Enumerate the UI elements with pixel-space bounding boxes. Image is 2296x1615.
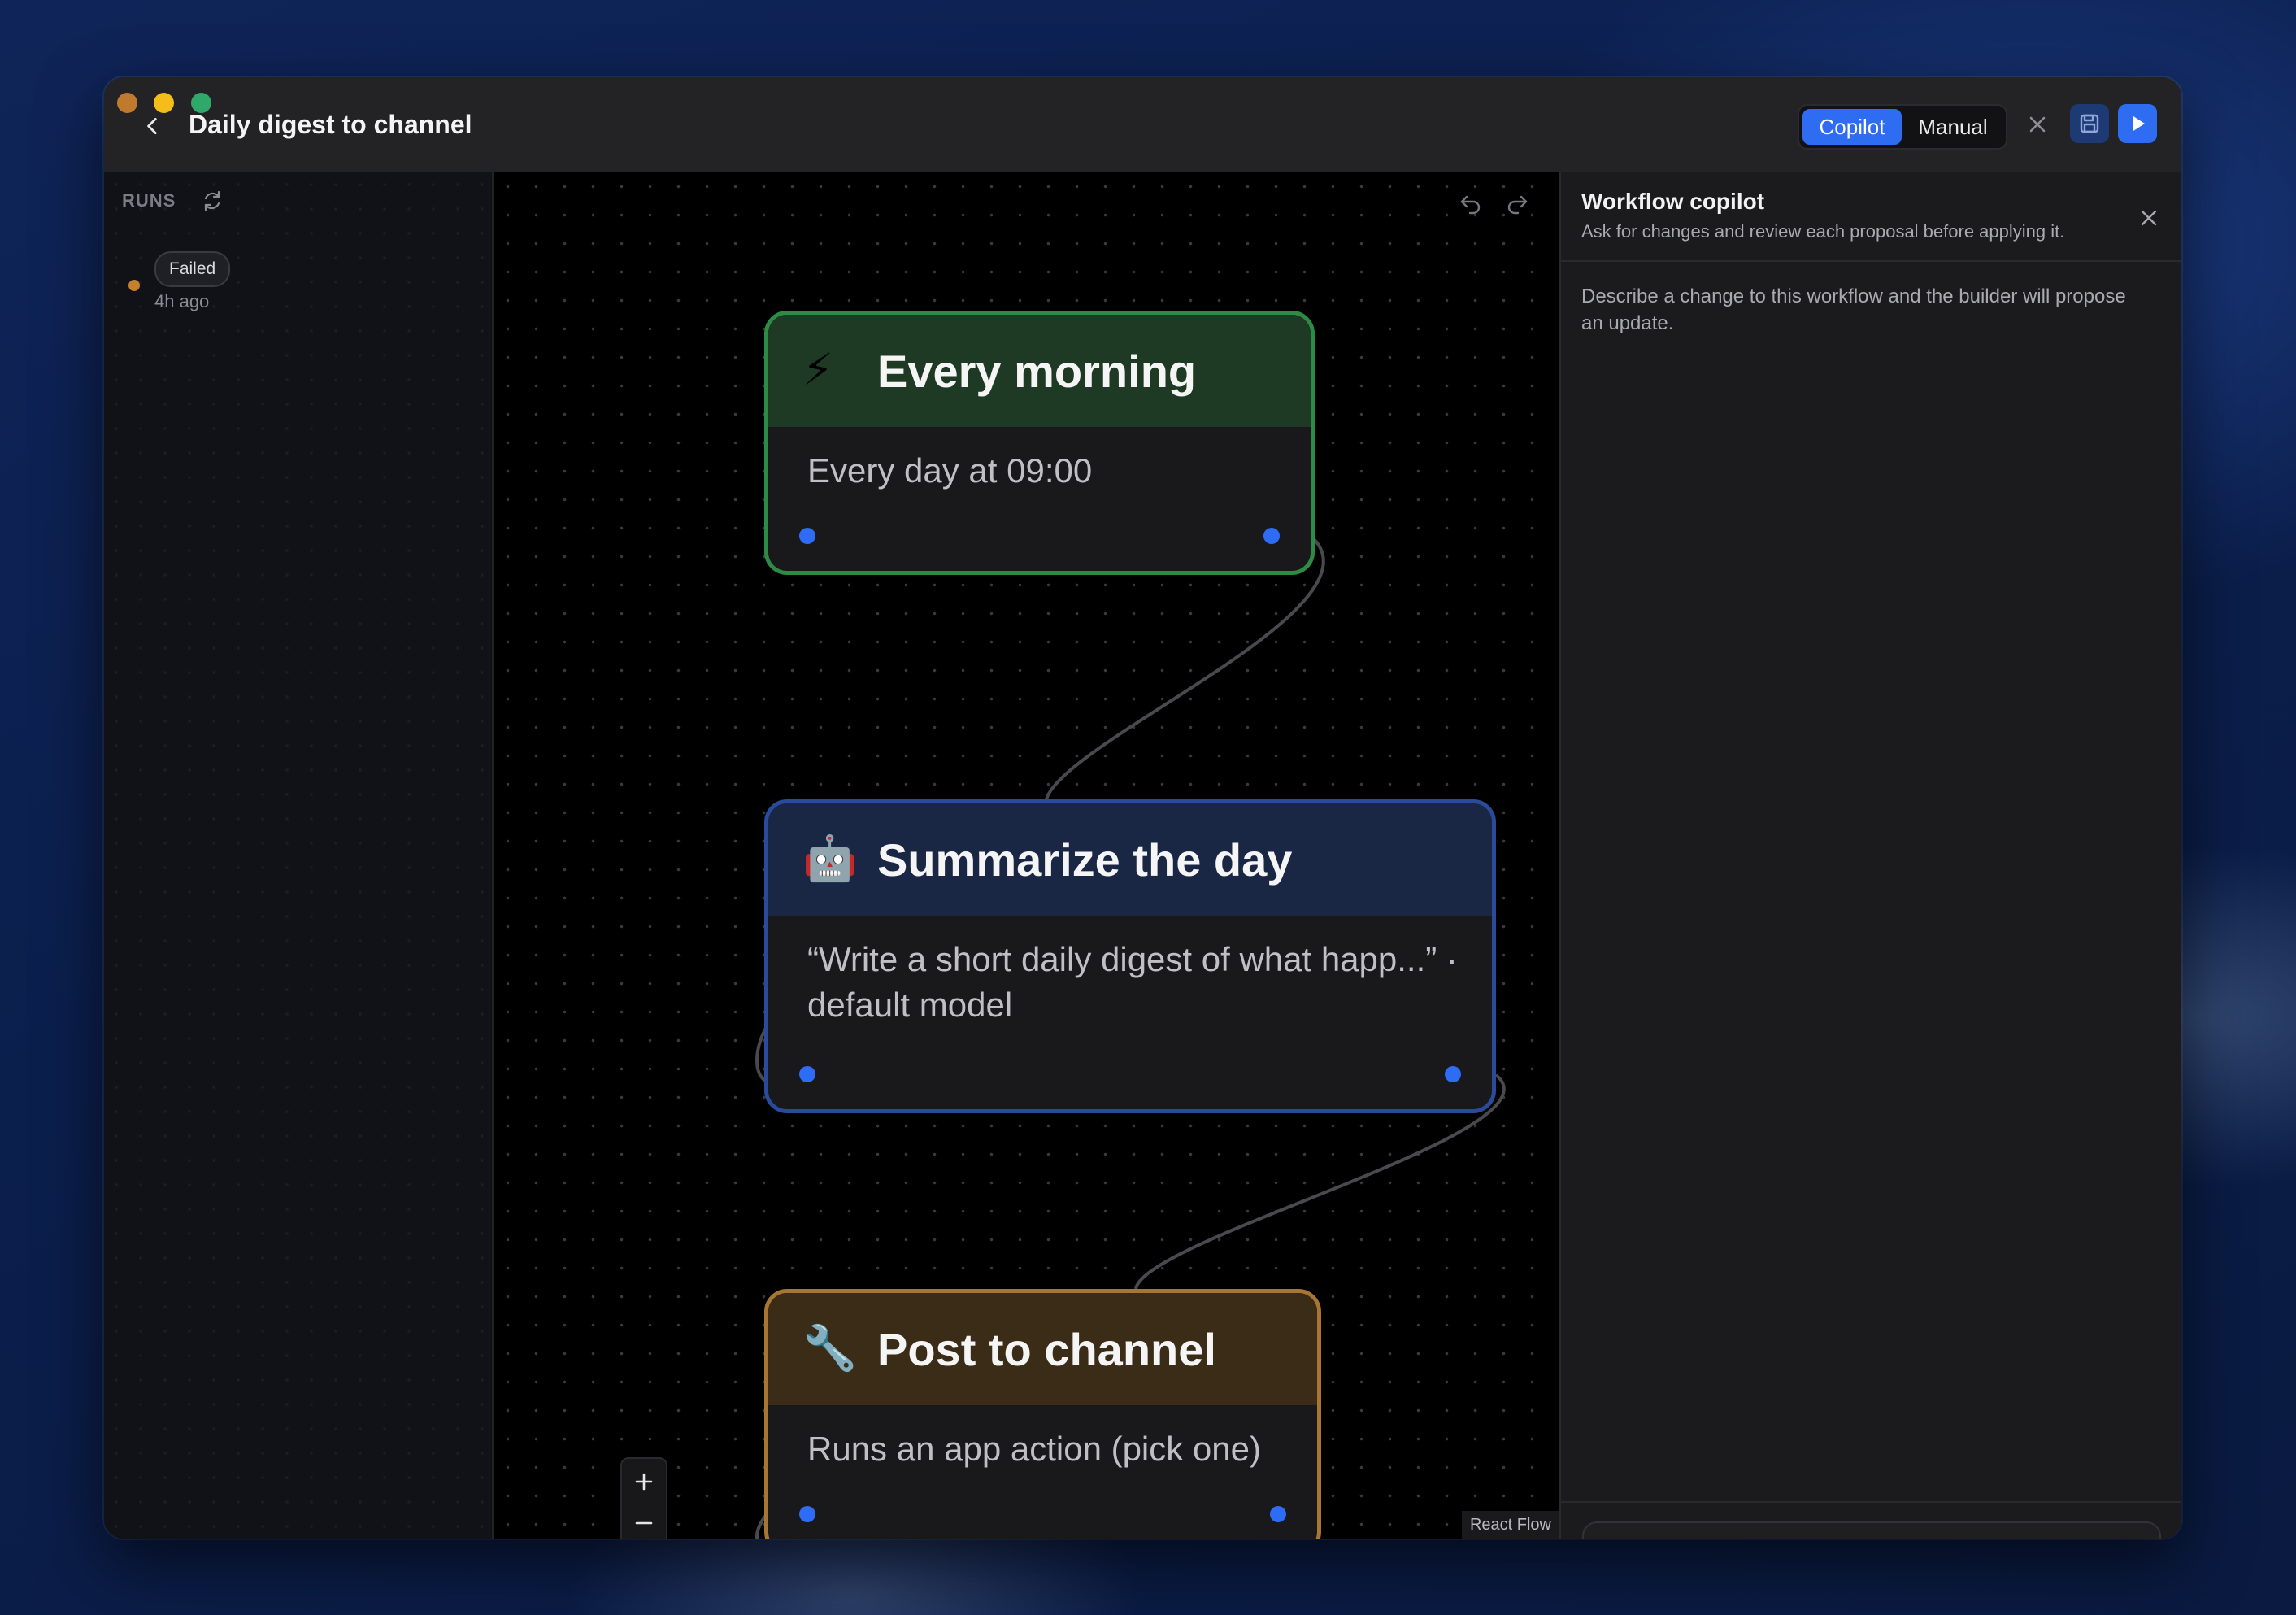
- workflow-canvas[interactable]: ⚡ Every morning Every day at 09:00 🤖 Sum…: [494, 172, 1559, 1539]
- run-button[interactable]: [2118, 104, 2157, 143]
- copilot-subtitle: Ask for changes and review each proposal…: [1581, 221, 2065, 242]
- app-window: Daily digest to channel Copilot Manual R…: [104, 77, 2181, 1539]
- run-status-dot: [128, 280, 140, 291]
- lightning-icon: ⚡: [802, 346, 833, 394]
- plus-icon: [635, 1473, 653, 1491]
- close-copilot-button[interactable]: [2136, 205, 2162, 231]
- manual-mode-button[interactable]: Manual: [1903, 109, 2002, 145]
- mode-toggle: Copilot Manual: [1798, 104, 2007, 150]
- close-button[interactable]: [2023, 110, 2052, 139]
- undo-button[interactable]: [1458, 190, 1484, 216]
- output-handle[interactable]: [1263, 528, 1280, 544]
- copilot-input-box: [1582, 1521, 2161, 1539]
- play-icon: [2133, 116, 2145, 131]
- zoom-out-button[interactable]: [622, 1503, 666, 1539]
- input-handle[interactable]: [799, 1066, 815, 1082]
- node-description: Every day at 09:00: [807, 451, 1093, 490]
- runs-label: RUNS: [122, 190, 176, 211]
- copilot-intro: Describe a change to this workflow and t…: [1581, 285, 2126, 334]
- save-icon: [2080, 114, 2099, 133]
- divider: [1561, 1501, 2181, 1503]
- back-button[interactable]: [137, 110, 169, 142]
- run-timestamp: 4h ago: [154, 291, 210, 311]
- undo-icon: [1460, 195, 1481, 215]
- node-header: ⚡ Every morning: [768, 315, 1311, 427]
- copilot-panel: Workflow copilot Ask for changes and rev…: [1559, 172, 2181, 1539]
- refresh-runs-button[interactable]: [200, 189, 224, 213]
- save-button[interactable]: [2070, 104, 2109, 143]
- title-bar: Daily digest to channel Copilot Manual: [104, 77, 2181, 174]
- minus-icon: [635, 1521, 653, 1525]
- wrench-icon: 🔧: [802, 1324, 858, 1373]
- node-header: 🤖 Summarize the day: [768, 803, 1492, 916]
- output-handle[interactable]: [1270, 1506, 1286, 1522]
- zoom-controls: [620, 1457, 667, 1539]
- input-handle[interactable]: [799, 528, 815, 544]
- refresh-icon: [204, 190, 220, 211]
- redo-button[interactable]: [1504, 190, 1530, 216]
- zoom-in-button[interactable]: [622, 1461, 666, 1502]
- node-summarize-the-day[interactable]: 🤖 Summarize the day “Write a short daily…: [764, 799, 1496, 1113]
- chevron-left-icon: [147, 117, 157, 135]
- runs-sidebar: RUNS Failed 4h ago: [104, 172, 494, 1539]
- close-icon: [2029, 116, 2046, 133]
- copilot-title: Workflow copilot: [1581, 189, 1765, 214]
- input-handle[interactable]: [799, 1506, 815, 1522]
- node-description: “Write a short daily digest of what happ…: [807, 940, 1458, 1024]
- divider: [1561, 260, 2181, 262]
- node-title: Post to channel: [877, 1324, 1216, 1375]
- node-title: Every morning: [877, 346, 1197, 397]
- close-icon: [2141, 210, 2157, 226]
- node-header: 🔧 Post to channel: [768, 1293, 1317, 1405]
- edge-trigger-to-summarize: [1045, 538, 1325, 800]
- robot-icon: 🤖: [802, 834, 858, 883]
- output-handle[interactable]: [1445, 1066, 1461, 1082]
- node-title: Summarize the day: [877, 834, 1293, 886]
- status-badge: Failed: [154, 251, 231, 287]
- node-every-morning[interactable]: ⚡ Every morning Every day at 09:00: [764, 311, 1315, 575]
- workflow-title: Daily digest to channel: [189, 110, 472, 139]
- redo-icon: [1507, 195, 1528, 215]
- react-flow-attribution[interactable]: React Flow: [1461, 1511, 1559, 1539]
- close-window-button[interactable]: [117, 93, 137, 113]
- node-post-to-channel[interactable]: 🔧 Post to channel Runs an app action (pi…: [764, 1289, 1321, 1539]
- node-description: Runs an app action (pick one): [807, 1430, 1261, 1468]
- copilot-mode-button[interactable]: Copilot: [1802, 109, 1902, 145]
